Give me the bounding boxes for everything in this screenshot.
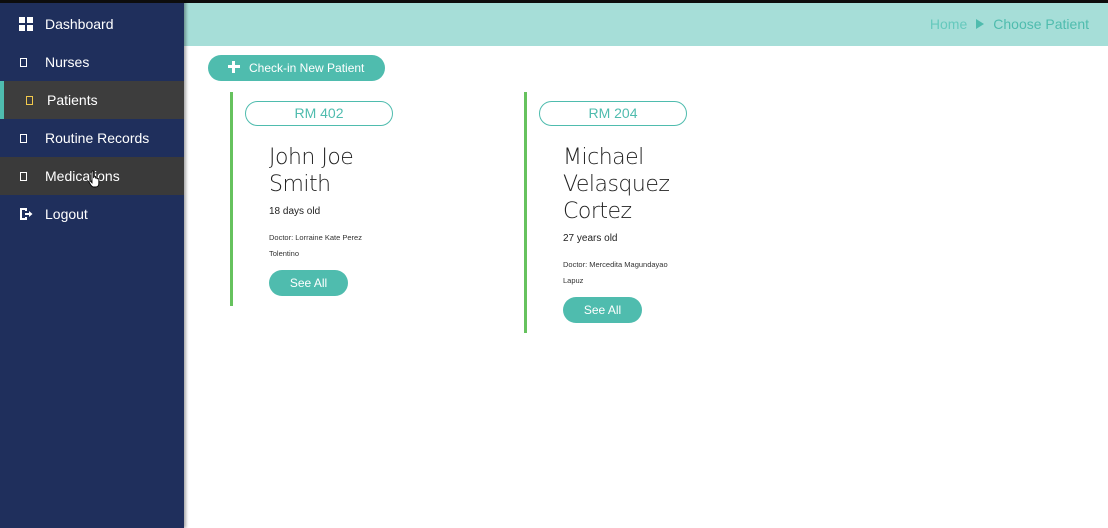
sidebar-item-label: Dashboard [45, 16, 114, 32]
patient-doctor: Doctor: Lorraine Kate Perez Tolentino [269, 230, 399, 262]
sidebar-item-label: Routine Records [45, 130, 150, 146]
sidebar-item-logout[interactable]: Logout [0, 195, 184, 233]
dashboard-grid-icon [19, 17, 33, 31]
breadcrumb-home-link[interactable]: Home [930, 16, 967, 32]
room-badge[interactable]: RM 204 [539, 101, 687, 126]
sidebar-item-patients[interactable]: Patients [0, 81, 184, 119]
patient-name[interactable]: Michael Velasquez Cortez [563, 144, 670, 225]
plus-icon [228, 61, 240, 73]
sidebar-item-dashboard[interactable]: Dashboard [0, 5, 184, 43]
sidebar-item-label: Logout [45, 206, 88, 222]
sidebar-item-label: Patients [47, 92, 98, 108]
doctor-line: Lapuz [563, 276, 584, 285]
check-in-new-patient-button[interactable]: Check-in New Patient [208, 55, 385, 81]
patient-name-line: Smith [269, 172, 331, 197]
patient-card: RM 204 Michael Velasquez Cortez 27 years… [524, 92, 704, 333]
square-icon [26, 96, 33, 105]
square-icon [20, 134, 27, 143]
patient-name-line: John Joe [269, 145, 354, 170]
see-all-button[interactable]: See All [563, 297, 642, 323]
doctor-line: Tolentino [269, 249, 300, 258]
patient-name-line: Velasquez [563, 172, 670, 197]
patient-age: 18 days old [269, 206, 321, 217]
room-badge[interactable]: RM 402 [245, 101, 393, 126]
see-all-button[interactable]: See All [269, 270, 348, 296]
patient-card: RM 402 John Joe Smith 18 days old Doctor… [230, 92, 410, 306]
hand-cursor-icon [88, 170, 100, 188]
patient-name-line: Cortez [563, 199, 632, 224]
sidebar-item-label: Medications [45, 168, 120, 184]
patient-name[interactable]: John Joe Smith [269, 144, 354, 198]
breadcrumb-arrow-icon [976, 19, 985, 29]
breadcrumb-current: Choose Patient [993, 16, 1089, 32]
sidebar-item-nurses[interactable]: Nurses [0, 43, 184, 81]
sidebar: Dashboard Nurses Patients Routine Record… [0, 0, 184, 528]
sidebar-item-label: Nurses [45, 54, 90, 70]
sidebar-item-routine-records[interactable]: Routine Records [0, 119, 184, 157]
square-icon [20, 172, 27, 181]
doctor-line: Doctor: Lorraine Kate Perez [269, 233, 362, 242]
doctor-line: Doctor: Mercedita Magundayao [563, 260, 668, 269]
square-icon [20, 58, 27, 67]
top-header: Home Choose Patient [184, 0, 1108, 46]
patient-doctor: Doctor: Mercedita Magundayao Lapuz [563, 257, 693, 289]
patient-age: 27 years old [563, 233, 618, 244]
check-in-label: Check-in New Patient [249, 61, 365, 75]
patient-name-line: Michael [563, 145, 644, 170]
logout-icon [20, 208, 33, 220]
breadcrumb: Home Choose Patient [930, 16, 1089, 32]
